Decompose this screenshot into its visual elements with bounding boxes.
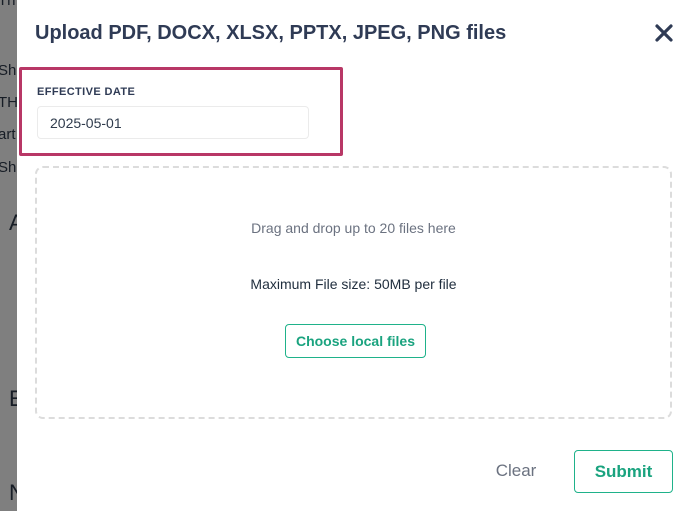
file-dropzone[interactable]: Drag and drop up to 20 files here Maximu… [35, 166, 672, 419]
effective-date-label: EFFECTIVE DATE [37, 86, 136, 98]
close-button[interactable] [653, 22, 675, 44]
choose-local-files-button[interactable]: Choose local files [285, 324, 426, 358]
upload-modal: Upload PDF, DOCX, XLSX, PPTX, JPEG, PNG … [17, 0, 689, 511]
dropzone-hint: Drag and drop up to 20 files here [251, 220, 456, 236]
close-x-icon [655, 24, 673, 42]
max-file-size-text: Maximum File size: 50MB per file [250, 276, 457, 292]
clear-button[interactable]: Clear [488, 452, 544, 490]
modal-title: Upload PDF, DOCX, XLSX, PPTX, JPEG, PNG … [35, 22, 507, 44]
submit-button[interactable]: Submit [574, 450, 673, 493]
effective-date-input[interactable] [37, 106, 309, 139]
